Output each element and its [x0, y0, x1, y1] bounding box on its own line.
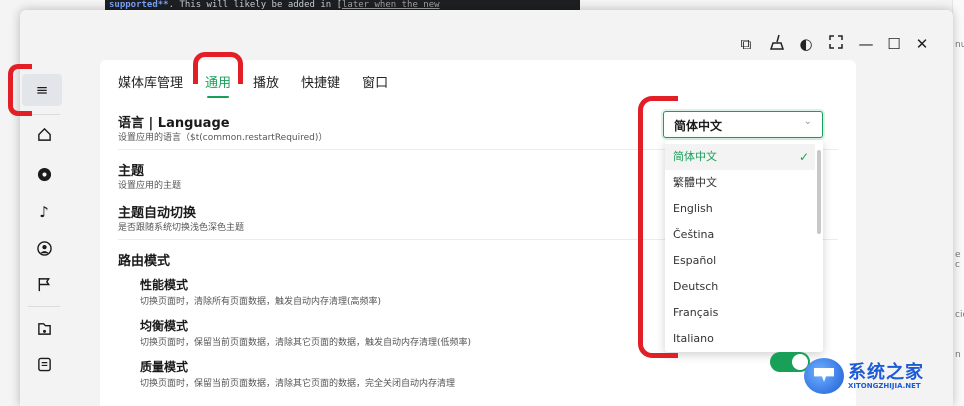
settings-tabs: 媒体库管理 通用 播放 快捷键 窗口 [118, 72, 388, 98]
watermark: 系统之家 XITONGZHIJIA.NET [800, 352, 950, 398]
chevron-down-icon: ⌄ [803, 116, 812, 127]
annotation-mark-sidebar [8, 64, 32, 116]
disc-icon[interactable] [30, 160, 58, 188]
route-mode-title: 路由模式 [118, 254, 171, 269]
auto-theme-title: 主题自动切换 [118, 206, 197, 221]
quality-mode-title: 质量模式 [140, 360, 189, 374]
broom-icon[interactable] [768, 34, 788, 54]
balanced-mode-title: 均衡模式 [140, 319, 189, 333]
watermark-text: 系统之家 [848, 362, 924, 383]
language-desc: 设置应用的语言（$t(common.restartRequired)） [118, 133, 328, 143]
watermark-logo-icon [804, 358, 844, 394]
tab-shortcuts[interactable]: 快捷键 [301, 72, 340, 98]
annotation-mark-tab [193, 52, 243, 84]
language-title: 语言 | Language [118, 116, 230, 131]
language-select-value: 简体中文 [674, 119, 723, 133]
language-option[interactable]: 简体中文 ✓ [665, 144, 815, 170]
tab-playback[interactable]: 播放 [253, 72, 279, 98]
performance-mode-title: 性能模式 [140, 278, 189, 292]
tab-window[interactable]: 窗口 [362, 72, 388, 98]
contrast-icon[interactable]: ◐ [796, 34, 816, 54]
background-right-pane: nu e c cid n [952, 0, 964, 406]
title-bar: ⧉ ◐ — ☐ ✕ [20, 10, 953, 60]
language-option[interactable]: English [665, 196, 815, 222]
language-option[interactable]: Čeština [665, 222, 815, 248]
check-icon: ✓ [798, 150, 809, 164]
minimize-icon[interactable]: — [856, 34, 876, 54]
performance-mode-desc: 切换页面时，清除所有页面数据，触发自动内存清理(高频率) [140, 297, 382, 307]
fullscreen-icon[interactable] [826, 34, 846, 54]
screen: supported**. This will likely be added i… [0, 0, 964, 406]
maximize-icon[interactable]: ☐ [884, 34, 904, 54]
theme-title: 主题 [118, 164, 145, 179]
language-option[interactable]: 繁體中文 [665, 170, 815, 196]
balanced-mode-desc: 切换页面时，保留当前页面数据，清除其它页面的数据，触发自动内存清理(低频率) [140, 338, 472, 348]
watermark-subtext: XITONGZHIJIA.NET [848, 382, 921, 390]
folder-music-icon[interactable] [30, 314, 58, 342]
language-option[interactable]: Français [665, 300, 815, 326]
theme-desc: 设置应用的主题 [118, 181, 182, 191]
language-option[interactable]: Español [665, 248, 815, 274]
settings-window: ⧉ ◐ — ☐ ✕ ≡ ♪ 媒体库管理 通用 播放 快捷键 窗口 语言 | La… [20, 10, 953, 406]
close-icon[interactable]: ✕ [912, 34, 932, 54]
settings-panel: 媒体库管理 通用 播放 快捷键 窗口 语言 | Language 设置应用的语言… [100, 60, 856, 406]
sidebar-divider [28, 114, 60, 115]
flag-icon[interactable] [30, 270, 58, 298]
home-icon[interactable] [30, 120, 58, 148]
dropdown-scrollbar[interactable] [817, 150, 821, 234]
picture-in-picture-icon[interactable]: ⧉ [736, 34, 756, 54]
user-circle-icon[interactable] [30, 234, 58, 262]
music-note-icon[interactable]: ♪ [30, 198, 58, 226]
annotation-mark-dropdown [638, 96, 678, 358]
language-dropdown: 简体中文 ✓ 繁體中文 English Čeština Español Deuts… [665, 140, 823, 352]
language-option[interactable]: Italiano [665, 326, 815, 352]
language-option[interactable]: Deutsch [665, 274, 815, 300]
lyrics-icon[interactable] [30, 350, 58, 378]
sidebar-divider [28, 306, 60, 307]
auto-theme-desc: 是否跟随系统切换浅色深色主题 [118, 223, 245, 233]
tab-library[interactable]: 媒体库管理 [118, 72, 183, 98]
quality-mode-desc: 切换页面时，保留当前页面数据，清除其它页面的数据，完全关闭自动内存清理 [140, 379, 456, 389]
language-select[interactable]: 简体中文 ⌄ [663, 111, 823, 138]
